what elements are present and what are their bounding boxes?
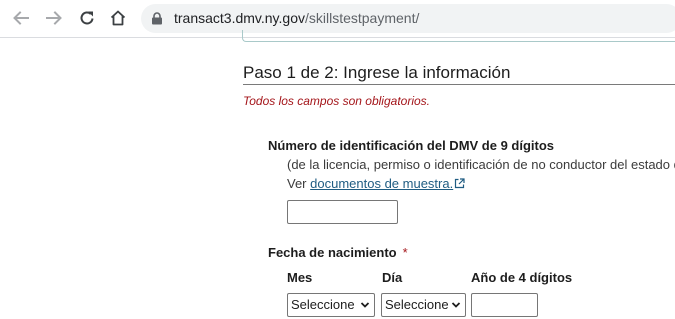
month-select-value: Seleccione: [291, 297, 355, 312]
sample-documents-link[interactable]: documentos de muestra.: [310, 176, 453, 191]
month-label: Mes: [287, 270, 313, 285]
sample-documents-line: Ver documentos de muestra.: [287, 176, 465, 192]
step-title: Paso 1 de 2: Ingrese la información: [243, 63, 511, 82]
forward-button[interactable]: [43, 7, 65, 29]
chevron-down-icon: [451, 302, 461, 308]
required-asterisk: *: [402, 245, 408, 260]
dmv-id-input[interactable]: [287, 200, 398, 224]
back-arrow-icon: [13, 11, 29, 25]
url-text: transact3.dmv.ny.gov/skillstestpayment/: [174, 10, 419, 27]
external-link-icon: [455, 178, 465, 189]
reload-icon: [80, 11, 94, 25]
url-path: /skillstestpayment/: [304, 10, 420, 26]
step-divider: [243, 84, 675, 85]
home-button[interactable]: [107, 7, 129, 29]
month-select[interactable]: Seleccione: [287, 293, 375, 317]
year-input[interactable]: [471, 293, 538, 317]
home-icon: [110, 10, 126, 26]
dob-label: Fecha de nacimiento: [268, 245, 397, 260]
required-fields-note: Todos los campos son obligatorios.: [243, 94, 430, 108]
dmv-id-help: (de la licencia, permiso o identificació…: [287, 157, 675, 172]
dob-label-row: Fecha de nacimiento *: [268, 245, 408, 261]
address-bar[interactable]: transact3.dmv.ny.gov/skillstestpayment/: [141, 4, 675, 33]
day-select-value: Seleccione: [385, 297, 449, 312]
url-host: transact3.dmv.ny.gov: [174, 10, 305, 26]
year-label: Año de 4 dígitos: [471, 270, 573, 285]
forward-arrow-icon: [46, 11, 62, 25]
sample-documents-prefix: Ver: [287, 176, 307, 191]
dmv-id-label: Número de identificación del DMV de 9 dí…: [268, 138, 555, 153]
reload-button[interactable]: [76, 7, 98, 29]
chevron-down-icon: [360, 302, 370, 308]
back-button[interactable]: [10, 7, 32, 29]
day-select[interactable]: Seleccione: [381, 293, 466, 317]
previous-panel-edge: [242, 30, 675, 42]
day-label: Día: [382, 270, 403, 285]
lock-icon: [152, 12, 162, 25]
